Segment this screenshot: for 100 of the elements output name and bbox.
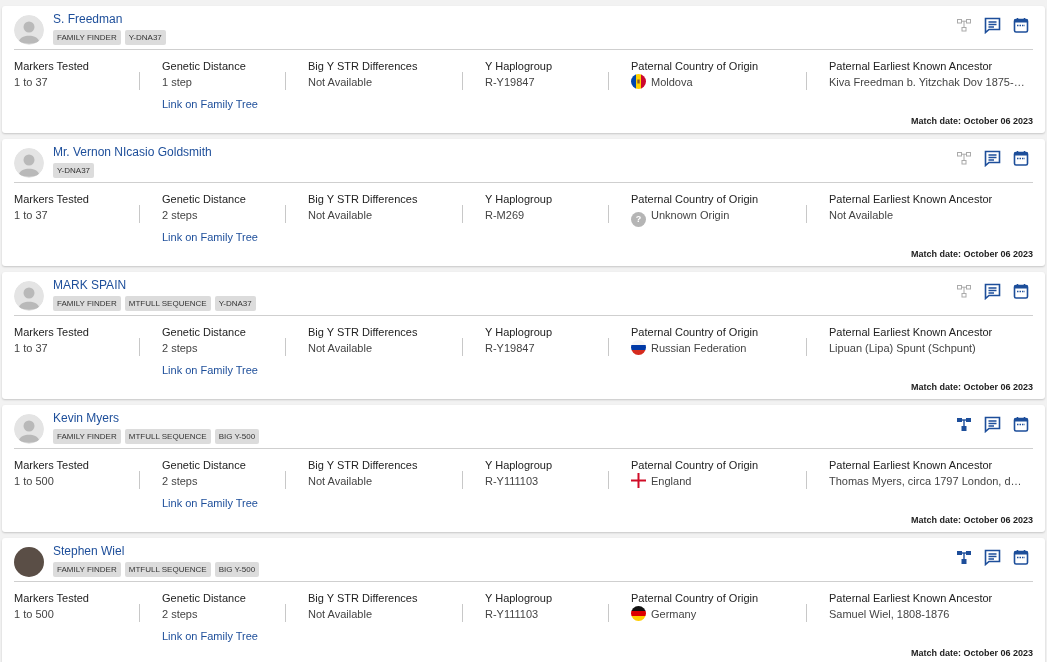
calendar-icon[interactable] [1013,549,1029,565]
field-label: Paternal Country of Origin [631,59,760,74]
field-value: Samuel Wiel, 1808-1876 [829,607,951,622]
match-date: Match date: October 06 2023 [910,247,1033,261]
family-tree-link[interactable]: Link on Family Tree [162,627,258,645]
field-label: Genetic Distance [162,192,247,207]
field-value: 2 steps [162,341,199,356]
field-label: Paternal Earliest Known Ancestor [829,591,994,606]
field-value: R-Y111103 [485,607,540,622]
test-tag: BIG Y-500 [214,562,260,577]
field-label: Big Y STR Differences [308,458,419,473]
avatar-icon [14,15,44,45]
photo-placeholder [14,547,44,577]
family-tree-link[interactable]: Link on Family Tree [162,494,258,512]
field-value: 1 step [162,75,193,90]
field-label: Markers Tested [14,59,90,74]
test-tag: Y-DNA37 [214,296,256,311]
match-date: Match date: October 06 2023 [910,513,1033,527]
field-label: Genetic Distance [162,591,247,606]
field-value: Moldova [651,76,693,88]
match-name[interactable]: MARK SPAIN [53,278,256,292]
field-label: Markers Tested [14,458,90,473]
field-label: Paternal Earliest Known Ancestor [829,458,994,473]
field-value: 1 to 500 [14,607,55,622]
match-date: Match date: October 06 2023 [910,646,1033,660]
match-date: Match date: October 06 2023 [910,114,1033,128]
field-label: Paternal Earliest Known Ancestor [829,192,994,207]
field-value: 1 to 37 [14,208,49,223]
field-value: Kiva Freedman b. Yitzchak Dov 1875-… [829,75,1026,90]
field-label: Markers Tested [14,325,90,340]
family-tree-link[interactable]: Link on Family Tree [162,95,258,113]
message-icon[interactable] [984,416,1001,433]
field-label: Big Y STR Differences [308,591,419,606]
field-value: R-Y19847 [485,75,536,90]
field-value: Russian Federation [651,342,747,354]
message-icon[interactable] [984,549,1001,566]
match-name[interactable]: Mr. Vernon NIcasio Goldsmith [53,145,212,159]
flag-icon [631,340,646,355]
match-name[interactable]: Kevin Myers [53,411,260,425]
field-value: 1 to 37 [14,75,49,90]
avatar-icon [14,148,44,178]
test-tag: FAMILY FINDER [53,429,121,444]
avatar-icon [14,281,44,311]
family-tree-icon[interactable] [956,416,972,432]
field-value: Not Available [829,208,894,223]
message-icon[interactable] [984,283,1001,300]
field-value: 1 to 37 [14,341,49,356]
field-value: Thomas Myers, circa 1797 London, d… [829,474,1023,489]
field-label: Big Y STR Differences [308,192,419,207]
test-tag: MTFULL SEQUENCE [124,562,211,577]
match-date: Match date: October 06 2023 [910,380,1033,394]
flag-icon [631,473,646,488]
test-tag: FAMILY FINDER [53,30,121,45]
calendar-icon[interactable] [1013,283,1029,299]
family-tree-link[interactable]: Link on Family Tree [162,228,258,246]
field-label: Markers Tested [14,591,90,606]
field-label: Paternal Earliest Known Ancestor [829,325,994,340]
field-label: Big Y STR Differences [308,59,419,74]
field-value: Unknown Origin [651,209,730,221]
test-tag: FAMILY FINDER [53,562,121,577]
field-label: Big Y STR Differences [308,325,419,340]
field-label: Genetic Distance [162,59,247,74]
field-value: R-Y19847 [485,341,536,356]
message-icon[interactable] [984,17,1001,34]
test-tag: FAMILY FINDER [53,296,121,311]
field-value: Lipuan (Lipa) Spunt (Schpunt) [829,341,977,356]
field-label: Paternal Country of Origin [631,192,760,207]
test-tag: BIG Y-500 [214,429,260,444]
field-value: 2 steps [162,474,199,489]
field-value: Germany [651,608,697,620]
field-label: Genetic Distance [162,458,247,473]
test-tag: Y-DNA37 [124,30,166,45]
field-label: Paternal Country of Origin [631,591,760,606]
avatar-icon [14,414,44,444]
flag-icon [631,606,646,621]
field-value: Not Available [308,607,373,622]
family-tree-link[interactable]: Link on Family Tree [162,361,258,379]
calendar-icon[interactable] [1013,17,1029,33]
field-value: 2 steps [162,208,199,223]
field-label: Paternal Country of Origin [631,458,760,473]
field-value: 1 to 500 [14,474,55,489]
field-label: Genetic Distance [162,325,247,340]
field-label: Paternal Earliest Known Ancestor [829,59,994,74]
message-icon[interactable] [984,150,1001,167]
test-tag: MTFULL SEQUENCE [124,296,211,311]
field-label: Y Haplogroup [485,325,554,340]
field-value: 2 steps [162,607,199,622]
calendar-icon[interactable] [1013,416,1029,432]
calendar-icon[interactable] [1013,150,1029,166]
field-value: Not Available [308,208,373,223]
unknown-flag-icon: ? [631,212,646,227]
field-label: Paternal Country of Origin [631,325,760,340]
match-name[interactable]: S. Freedman [53,12,166,26]
test-tag: Y-DNA37 [53,163,95,178]
family-tree-icon[interactable] [956,549,972,565]
match-name[interactable]: Stephen Wiel [53,544,260,558]
flag-icon [631,74,646,89]
field-label: Y Haplogroup [485,59,554,74]
field-value: R-Y111103 [485,474,540,489]
field-label: Y Haplogroup [485,458,554,473]
